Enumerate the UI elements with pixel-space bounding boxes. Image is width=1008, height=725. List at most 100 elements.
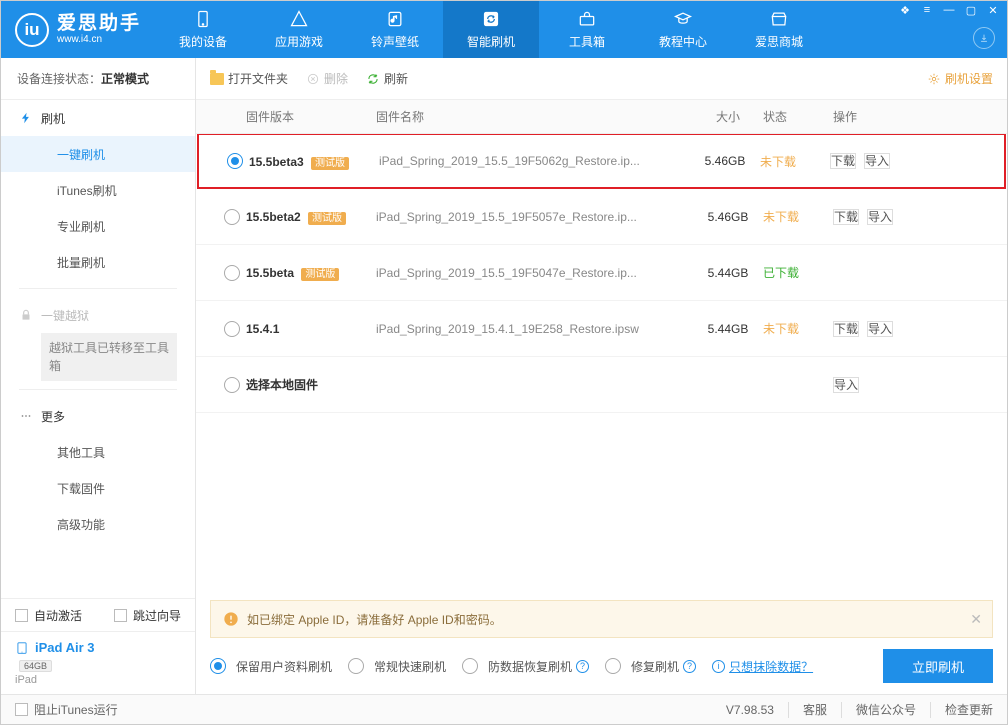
table-row[interactable]: 15.5beta3 测试版iPad_Spring_2019_15.5_19F50… (197, 134, 1006, 189)
lock-icon (19, 308, 33, 322)
download-button[interactable]: 下载 (830, 153, 856, 169)
warning-icon (223, 611, 239, 627)
tablet-icon (15, 641, 29, 655)
import-button[interactable]: 导入 (867, 321, 893, 337)
wechat-link[interactable]: 微信公众号 (856, 701, 916, 718)
delete-button[interactable]: 删除 (306, 70, 348, 87)
flash-options: 保留用户资料刷机 常规快速刷机 防数据恢复刷机? 修复刷机? i只想抹除数据？ … (210, 638, 993, 694)
row-radio[interactable] (224, 209, 240, 225)
version-label: V7.98.53 (726, 703, 774, 717)
row-radio[interactable] (224, 377, 240, 393)
flash-settings-button[interactable]: 刷机设置 (927, 70, 993, 87)
import-button[interactable]: 导入 (833, 377, 859, 393)
opt-anti-recovery[interactable]: 防数据恢复刷机? (462, 658, 589, 675)
table-row[interactable]: 15.5beta 测试版iPad_Spring_2019_15.5_19F504… (196, 245, 1007, 301)
nav-toolbox[interactable]: 工具箱 (539, 1, 635, 58)
nav-my-device[interactable]: 我的设备 (155, 1, 251, 58)
nav-ringtones[interactable]: 铃声壁纸 (347, 1, 443, 58)
graduation-icon (673, 9, 693, 29)
import-button[interactable]: 导入 (867, 209, 893, 225)
row-radio[interactable] (224, 265, 240, 281)
block-itunes-label: 阻止iTunes运行 (34, 701, 118, 718)
sidebar-item-download-firmware[interactable]: 下载固件 (1, 470, 195, 506)
row-radio[interactable] (224, 321, 240, 337)
check-update-link[interactable]: 检查更新 (945, 701, 993, 718)
maximize-icon[interactable]: ▢ (963, 4, 979, 16)
nav-tutorials[interactable]: 教程中心 (635, 1, 731, 58)
toolbox-icon (577, 9, 597, 29)
firmware-size: 5.46GB (693, 210, 763, 224)
firmware-size: 5.44GB (693, 322, 763, 336)
main: 打开文件夹 删除 刷新 刷机设置 固件版本 固件名称 大小 状态 操作 (196, 58, 1007, 694)
minimize-icon[interactable]: — (941, 4, 957, 16)
appleid-notice: 如已绑定 Apple ID，请准备好 Apple ID和密码。 ✕ (210, 600, 993, 638)
firmware-version: 15.5beta 测试版 (246, 265, 376, 280)
content: 设备连接状态：正常模式 刷机 一键刷机 iTunes刷机 专业刷机 批量刷机 一… (1, 58, 1007, 694)
sidebar-group-more[interactable]: 更多 (1, 398, 195, 434)
close-icon[interactable]: ✕ (985, 4, 1001, 16)
firmware-name: iPad_Spring_2019_15.5_19F5057e_Restore.i… (376, 210, 693, 224)
header: iu 爱思助手 www.i4.cn 我的设备 应用游戏 铃声壁纸 智能刷机 工具… (1, 1, 1007, 58)
help-icon[interactable]: ? (576, 660, 589, 673)
firmware-status: 未下载 (763, 320, 833, 337)
sidebar-item-onekey-flash[interactable]: 一键刷机 (1, 136, 195, 172)
sidebar-item-pro-flash[interactable]: 专业刷机 (1, 208, 195, 244)
firmware-name: iPad_Spring_2019_15.5_19F5062g_Restore.i… (379, 154, 690, 168)
separator (19, 389, 177, 390)
firmware-name: iPad_Spring_2019_15.5_19F5047e_Restore.i… (376, 266, 693, 280)
sidebar-item-other-tools[interactable]: 其他工具 (1, 434, 195, 470)
statusbar: 阻止iTunes运行 V7.98.53 客服 微信公众号 检查更新 (1, 694, 1007, 724)
refresh-icon (481, 9, 501, 29)
sidebar-jailbreak-notice: 越狱工具已转移至工具箱 (41, 333, 177, 381)
sidebar-footer: 自动激活 跳过向导 iPad Air 3 64GB iPad (1, 598, 195, 694)
nav-smart-flash[interactable]: 智能刷机 (443, 1, 539, 58)
sidebar-item-advanced[interactable]: 高级功能 (1, 506, 195, 542)
nav-store[interactable]: 爱思商城 (731, 1, 827, 58)
download-manager-button[interactable] (973, 27, 995, 49)
opt-normal-fast[interactable]: 常规快速刷机 (348, 658, 446, 675)
row-radio[interactable] (227, 153, 243, 169)
table-row[interactable]: 15.4.1iPad_Spring_2019_15.4.1_19E258_Res… (196, 301, 1007, 357)
firmware-status: 未下载 (760, 153, 830, 170)
skip-guide-checkbox[interactable] (114, 609, 127, 622)
nav-apps-games[interactable]: 应用游戏 (251, 1, 347, 58)
firmware-status: 未下载 (763, 208, 833, 225)
open-folder-button[interactable]: 打开文件夹 (210, 70, 288, 87)
sidebar-group-jailbreak: 一键越狱 (1, 297, 195, 333)
sidebar-item-batch-flash[interactable]: 批量刷机 (1, 244, 195, 280)
sidebar-item-itunes-flash[interactable]: iTunes刷机 (1, 172, 195, 208)
opt-keep-data[interactable]: 保留用户资料刷机 (210, 658, 332, 675)
flash-icon (19, 111, 33, 125)
help-icon[interactable]: ? (683, 660, 696, 673)
apps-icon (289, 9, 309, 29)
close-notice-button[interactable]: ✕ (970, 611, 982, 628)
firmware-version: 选择本地固件 (246, 376, 376, 393)
store-icon (769, 9, 789, 29)
firmware-name: iPad_Spring_2019_15.4.1_19E258_Restore.i… (376, 322, 693, 336)
sidebar-list: 刷机 一键刷机 iTunes刷机 专业刷机 批量刷机 一键越狱 越狱工具已转移至… (1, 100, 195, 598)
refresh-icon (366, 72, 380, 86)
firmware-version: 15.4.1 (246, 322, 376, 336)
block-itunes-checkbox[interactable] (15, 703, 28, 716)
app-url: www.i4.cn (57, 34, 141, 45)
flash-now-button[interactable]: 立即刷机 (883, 649, 993, 683)
firmware-rows: 15.5beta3 测试版iPad_Spring_2019_15.5_19F50… (196, 134, 1007, 592)
table-row[interactable]: 15.5beta2 测试版iPad_Spring_2019_15.5_19F50… (196, 189, 1007, 245)
device-block[interactable]: iPad Air 3 64GB iPad (1, 631, 195, 694)
download-button[interactable]: 下载 (833, 209, 859, 225)
customer-service-link[interactable]: 客服 (803, 701, 827, 718)
auto-activate-checkbox[interactable] (15, 609, 28, 622)
menu2-icon[interactable]: ≡ (919, 4, 935, 16)
erase-data-link[interactable]: i只想抹除数据？ (712, 658, 813, 675)
table-row[interactable]: 选择本地固件 导入 (196, 357, 1007, 413)
import-button[interactable]: 导入 (864, 153, 890, 169)
menu1-icon[interactable]: ❖ (897, 4, 913, 16)
window-controls: ❖ ≡ — ▢ ✕ (897, 4, 1001, 16)
download-button[interactable]: 下载 (833, 321, 859, 337)
sidebar-group-flash[interactable]: 刷机 (1, 100, 195, 136)
refresh-button[interactable]: 刷新 (366, 70, 408, 87)
folder-icon (210, 73, 224, 85)
info-icon: i (712, 660, 725, 673)
opt-repair[interactable]: 修复刷机? (605, 658, 696, 675)
firmware-size: 5.44GB (693, 266, 763, 280)
